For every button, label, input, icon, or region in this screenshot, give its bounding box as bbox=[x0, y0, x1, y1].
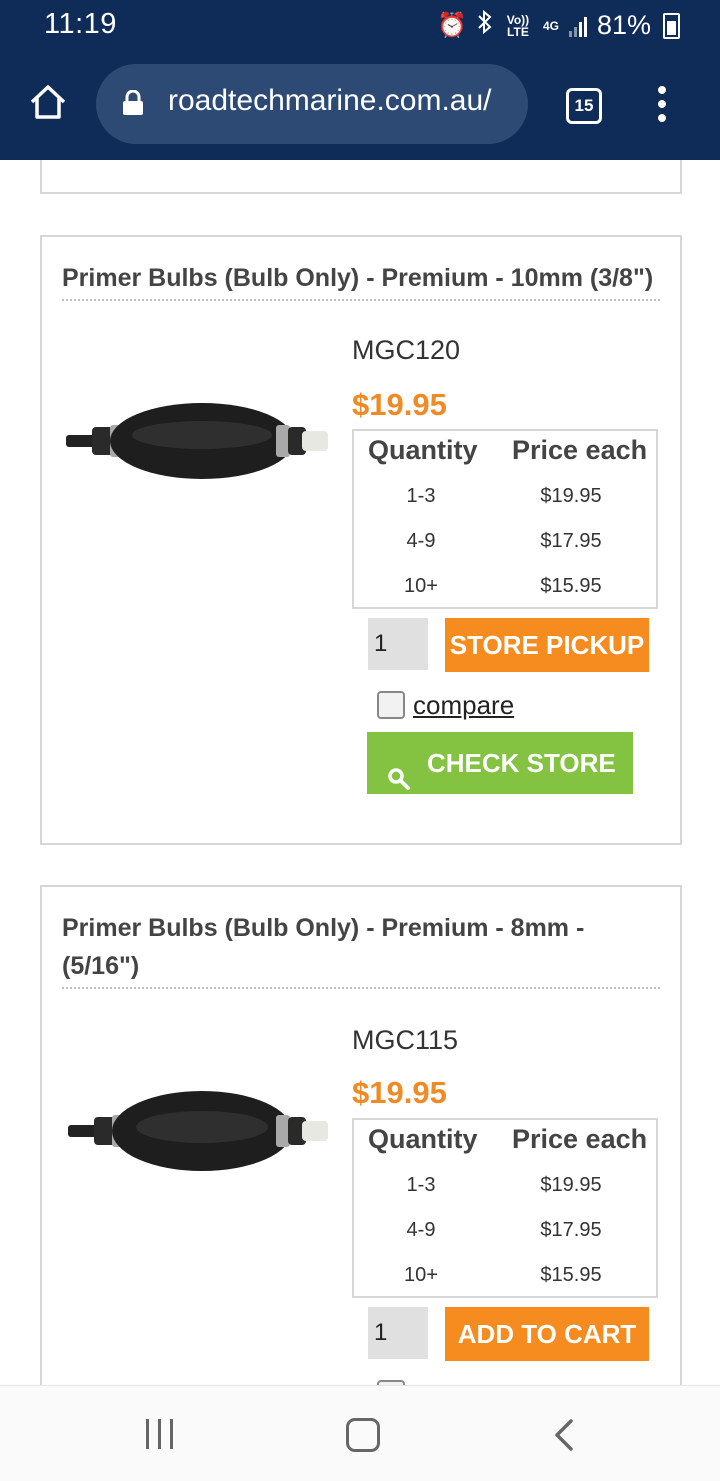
signal-icon bbox=[568, 15, 587, 37]
tier-price: $19.95 bbox=[540, 485, 602, 507]
recent-apps-icon[interactable] bbox=[146, 1419, 178, 1449]
store-pickup-button[interactable]: STORE PICKUP bbox=[445, 618, 649, 672]
back-icon[interactable] bbox=[552, 1418, 576, 1452]
network-type: 4G bbox=[542, 18, 559, 33]
lock-icon bbox=[122, 89, 144, 116]
previous-product-card bbox=[40, 160, 682, 194]
store-pickup-label: STORE PICKUP bbox=[449, 630, 645, 660]
quantity-input[interactable]: 1 bbox=[368, 1307, 428, 1359]
product-title[interactable]: Primer Bulbs (Bulb Only) - Premium - 8mm… bbox=[62, 909, 662, 985]
product-sku: MGC120 bbox=[352, 335, 461, 365]
tab-switcher-button[interactable]: 15 bbox=[566, 88, 602, 124]
product-image[interactable] bbox=[62, 1077, 334, 1187]
browser-toolbar: roadtechmarine.com.au/ 15 bbox=[0, 52, 720, 160]
price-tier-table: Quantity Price each 1-3 $19.95 4-9 $17.9… bbox=[352, 429, 658, 609]
search-icon bbox=[387, 751, 411, 790]
tier-qty: 10+ bbox=[404, 1264, 438, 1286]
tier-qty: 1-3 bbox=[406, 1174, 436, 1196]
tier-price: $15.95 bbox=[540, 575, 602, 597]
price-tier-table: Quantity Price each 1-3 $19.95 4-9 $17.9… bbox=[352, 1118, 658, 1298]
compare-checkbox[interactable] bbox=[377, 691, 405, 719]
product-price: $19.95 bbox=[352, 387, 447, 422]
table-header-price-each: Price each bbox=[512, 1124, 648, 1154]
product-sku: MGC115 bbox=[352, 1025, 459, 1055]
tier-qty: 1-3 bbox=[406, 485, 436, 507]
home-nav-icon[interactable] bbox=[346, 1418, 380, 1452]
tier-price: $17.95 bbox=[540, 1219, 602, 1241]
status-bar: 11:19 ⏰ Vo)) LTE 4G 81% bbox=[0, 0, 720, 52]
tier-qty: 4-9 bbox=[406, 1219, 436, 1241]
more-menu-icon[interactable] bbox=[656, 86, 668, 126]
compare-link[interactable]: compare bbox=[413, 690, 514, 721]
url-text: roadtechmarine.com.au/ bbox=[168, 84, 492, 117]
tier-price: $17.95 bbox=[540, 530, 602, 552]
table-header-quantity: Quantity bbox=[368, 1124, 478, 1154]
battery-percent: 81% bbox=[596, 10, 651, 40]
product-image[interactable] bbox=[62, 387, 334, 497]
tier-qty: 4-9 bbox=[406, 530, 436, 552]
table-header-price-each: Price each bbox=[512, 435, 648, 465]
bluetooth-icon bbox=[477, 9, 493, 41]
check-store-button[interactable]: CHECK STORE bbox=[367, 732, 633, 794]
product-title[interactable]: Primer Bulbs (Bulb Only) - Premium - 10m… bbox=[62, 259, 662, 297]
alarm-icon: ⏰ bbox=[437, 11, 467, 39]
tier-price: $15.95 bbox=[540, 1264, 602, 1286]
check-store-label: CHECK STORE bbox=[427, 748, 616, 778]
address-bar[interactable]: roadtechmarine.com.au/ bbox=[96, 64, 528, 144]
home-icon[interactable] bbox=[28, 82, 68, 122]
page-content: Primer Bulbs (Bulb Only) - Premium - 10m… bbox=[0, 160, 720, 1385]
system-nav-bar bbox=[0, 1385, 720, 1481]
battery-icon bbox=[663, 12, 680, 39]
title-divider bbox=[62, 299, 660, 301]
add-to-cart-button[interactable]: ADD TO CART bbox=[445, 1307, 649, 1361]
tier-qty: 10+ bbox=[404, 575, 438, 597]
tier-price: $19.95 bbox=[540, 1174, 602, 1196]
volte-indicator: Vo)) LTE bbox=[506, 12, 530, 39]
title-divider bbox=[62, 987, 660, 989]
clock: 11:19 bbox=[44, 8, 117, 40]
table-header-quantity: Quantity bbox=[368, 435, 478, 465]
product-price: $19.95 bbox=[352, 1075, 447, 1110]
product-card: Primer Bulbs (Bulb Only) - Premium - 8mm… bbox=[40, 885, 682, 1385]
quantity-input[interactable]: 1 bbox=[368, 618, 428, 670]
product-card: Primer Bulbs (Bulb Only) - Premium - 10m… bbox=[40, 235, 682, 845]
